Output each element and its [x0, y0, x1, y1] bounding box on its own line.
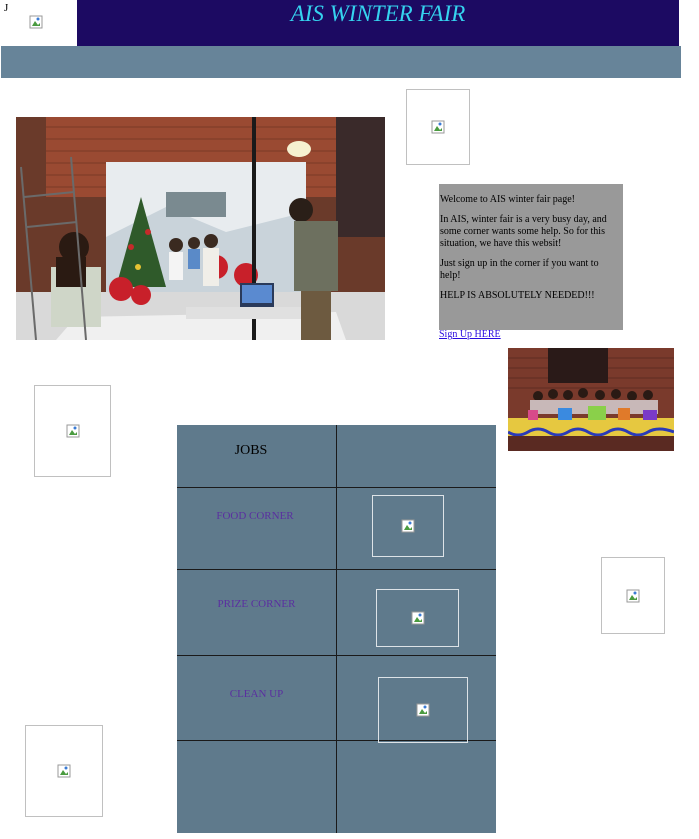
job-image-cleanup — [378, 677, 468, 743]
jobs-header: JOBS — [234, 443, 268, 458]
group-photo-image — [508, 348, 674, 451]
broken-image-2 — [34, 385, 111, 477]
table-divider — [177, 569, 496, 570]
broken-image-icon — [416, 703, 430, 717]
broken-image-icon — [431, 120, 445, 134]
welcome-text: In AIS, winter fair is a very busy day, … — [440, 214, 607, 249]
job-clean-up[interactable]: CLEAN UP — [177, 688, 336, 700]
broken-image-icon — [66, 424, 79, 438]
photo-booth-image — [16, 117, 385, 340]
logo-broken-image — [28, 14, 44, 30]
page-title: AIS WINTER FAIR — [290, 1, 466, 26]
job-food-corner[interactable]: FOOD CORNER — [177, 510, 333, 522]
welcome-line: Welcome to AIS winter fair page! — [440, 194, 575, 205]
broken-image-4 — [25, 725, 103, 817]
job-prize-corner[interactable]: PRIZE CORNER — [177, 598, 336, 610]
broken-image-icon — [401, 519, 415, 533]
signup-link[interactable]: Sign Up HERE — [439, 329, 501, 340]
welcome-instruction: Just sign up in the corner if you want t… — [440, 258, 599, 281]
table-divider — [177, 655, 496, 656]
welcome-emphasis: HELP IS ABSOLUTELY NEEDED!!! — [440, 290, 595, 301]
winter-fair-photo — [16, 117, 385, 340]
welcome-box: Welcome to AIS winter fair page! In AIS,… — [439, 184, 623, 330]
broken-image-icon — [29, 15, 43, 29]
corner-letter: J — [4, 2, 9, 14]
broken-image-3 — [601, 557, 665, 634]
broken-image-icon — [626, 589, 640, 602]
job-image-prize — [376, 589, 459, 647]
group-photo — [508, 348, 674, 451]
jobs-table: JOBS FOOD CORNER PRIZE CORNER CLEAN UP — [177, 425, 496, 833]
broken-image-icon — [57, 764, 71, 778]
nav-bar — [1, 46, 681, 78]
broken-image-icon — [411, 611, 424, 625]
job-image-food — [372, 495, 444, 557]
table-divider — [177, 487, 496, 488]
broken-image-1 — [406, 89, 470, 165]
